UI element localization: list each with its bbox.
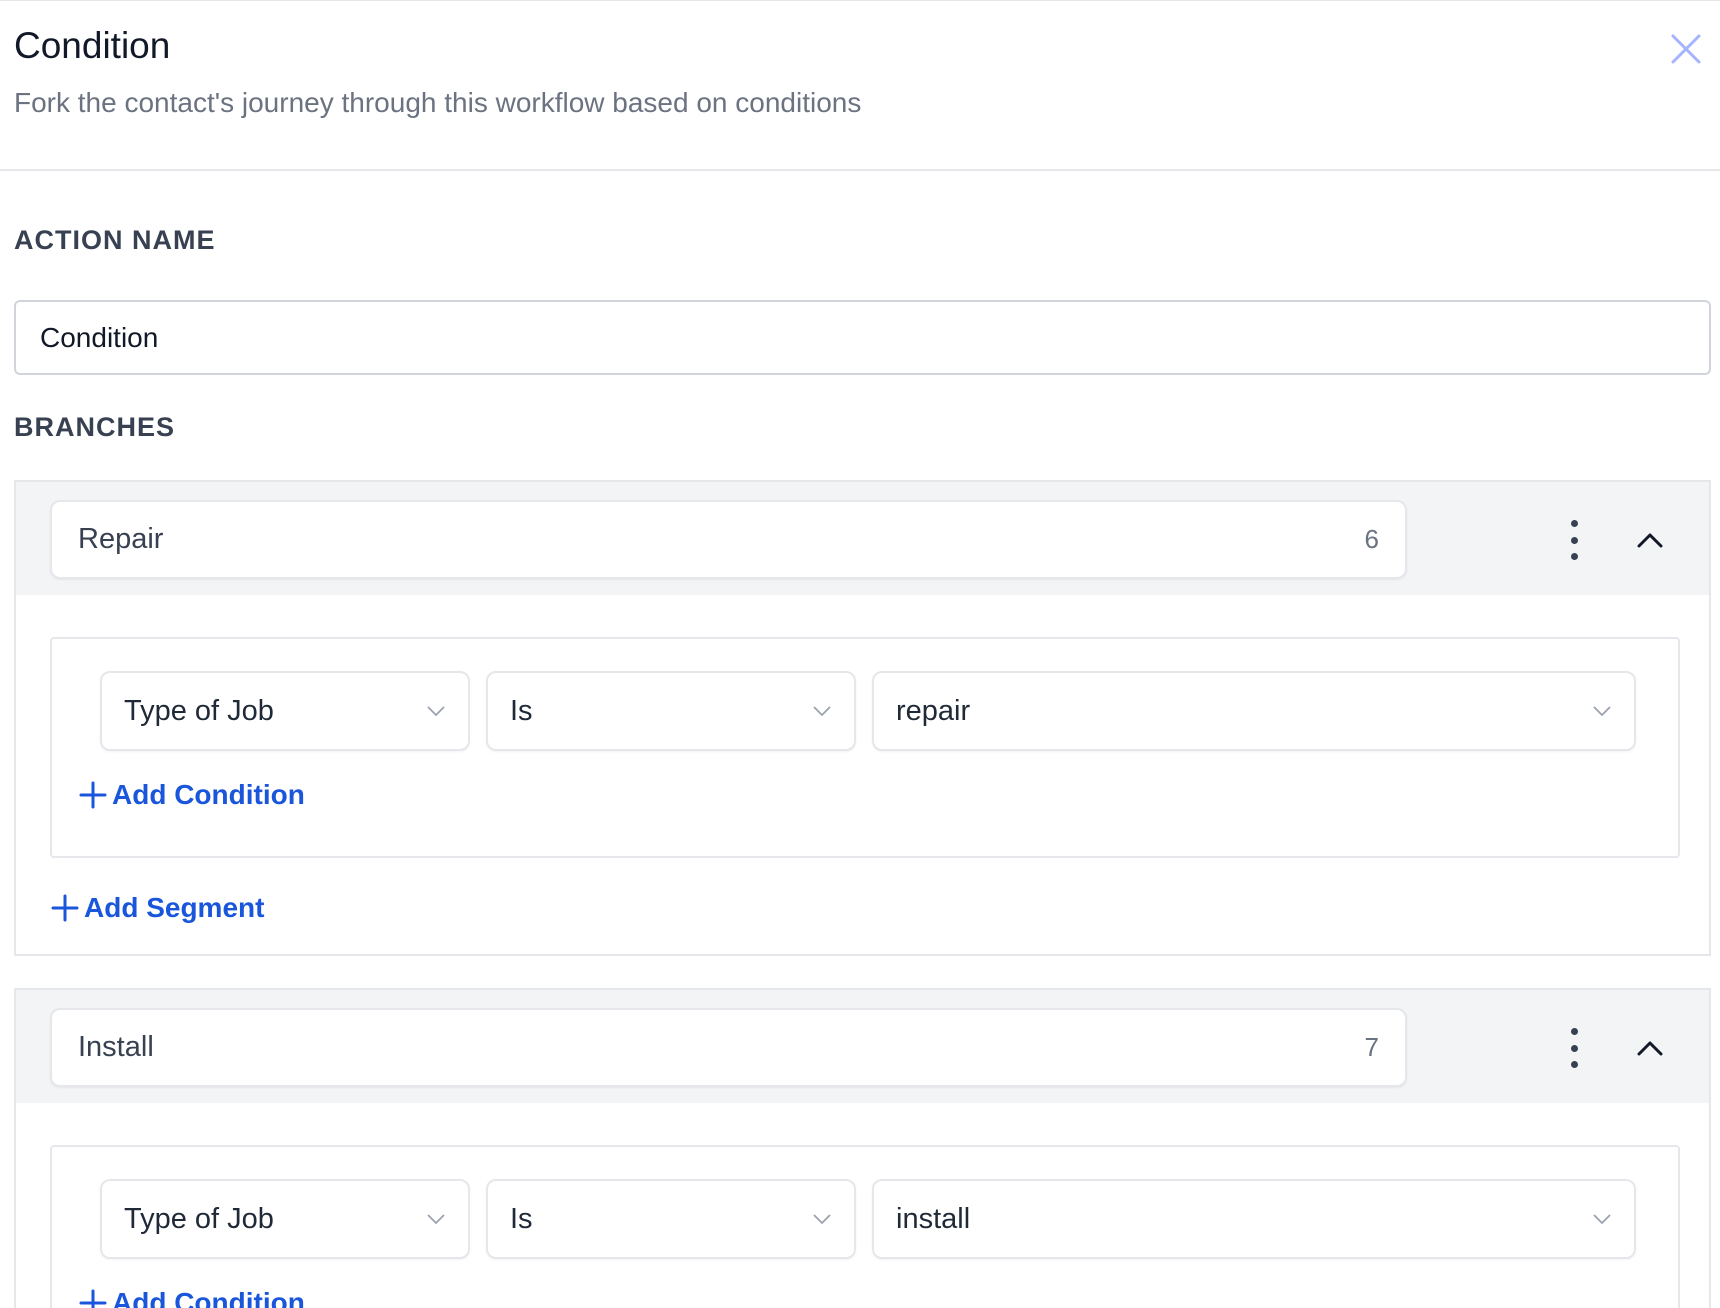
chevron-up-icon <box>1637 533 1663 548</box>
chevron-down-icon <box>813 706 831 717</box>
chevron-down-icon <box>1593 706 1611 717</box>
branch-header: Repair 6 <box>16 482 1709 595</box>
condition-value-select[interactable]: repair <box>872 671 1636 751</box>
plus-icon <box>78 1288 108 1308</box>
chevron-down-icon <box>813 1214 831 1225</box>
condition-value-select[interactable]: install <box>872 1179 1636 1259</box>
close-button[interactable] <box>1666 29 1706 69</box>
panel-subtitle: Fork the contact's journey through this … <box>14 87 862 118</box>
branch-name-input[interactable]: Repair 6 <box>50 500 1407 579</box>
branch-name: Install <box>78 1031 154 1063</box>
add-condition-label: Add Condition <box>112 779 305 810</box>
condition-operator-select[interactable]: Is <box>486 1179 856 1259</box>
plus-icon <box>50 893 80 923</box>
add-segment-label: Add Segment <box>84 892 265 923</box>
branch-name-input[interactable]: Install 7 <box>50 1008 1407 1087</box>
branch-count: 7 <box>1364 1032 1379 1062</box>
add-condition-button[interactable]: Add Condition <box>78 1287 305 1308</box>
chevron-down-icon <box>427 1214 445 1225</box>
branch-install: Install 7 Type of Job Is install Add Con… <box>14 988 1711 1308</box>
close-icon <box>1671 34 1701 64</box>
condition-field-value: Type of Job <box>124 694 274 727</box>
condition-segment: Type of Job Is repair Add Condition <box>50 637 1680 858</box>
more-options-icon[interactable] <box>1562 1028 1586 1068</box>
condition-operator-value: Is <box>510 1202 533 1235</box>
condition-value: repair <box>896 694 971 727</box>
collapse-button[interactable] <box>1630 520 1670 560</box>
chevron-down-icon <box>1593 1214 1611 1225</box>
condition-operator-select[interactable]: Is <box>486 671 856 751</box>
branch-count: 6 <box>1364 524 1379 554</box>
branch-header: Install 7 <box>16 990 1709 1103</box>
panel-title: Condition <box>14 25 171 66</box>
add-condition-label: Add Condition <box>112 1287 305 1308</box>
branches-label: BRANCHES <box>14 412 176 442</box>
more-options-icon[interactable] <box>1562 520 1586 560</box>
condition-segment: Type of Job Is install Add Condition <box>50 1145 1680 1308</box>
add-condition-button[interactable]: Add Condition <box>78 779 305 811</box>
branch-repair: Repair 6 Type of Job Is repair Add Condi… <box>14 480 1711 956</box>
add-segment-button[interactable]: Add Segment <box>50 892 264 924</box>
action-name-input[interactable]: Condition <box>14 300 1711 375</box>
action-name-label: ACTION NAME <box>14 225 216 255</box>
condition-value: install <box>896 1202 971 1235</box>
condition-field-select[interactable]: Type of Job <box>100 671 470 751</box>
condition-field-value: Type of Job <box>124 1202 274 1235</box>
chevron-up-icon <box>1637 1041 1663 1056</box>
condition-operator-value: Is <box>510 694 533 727</box>
branch-name: Repair <box>78 523 164 555</box>
plus-icon <box>78 780 108 810</box>
condition-panel: Condition Fork the contact's journey thr… <box>0 0 1720 1308</box>
panel-header: Condition Fork the contact's journey thr… <box>0 0 1720 171</box>
chevron-down-icon <box>427 706 445 717</box>
condition-field-select[interactable]: Type of Job <box>100 1179 470 1259</box>
collapse-button[interactable] <box>1630 1028 1670 1068</box>
